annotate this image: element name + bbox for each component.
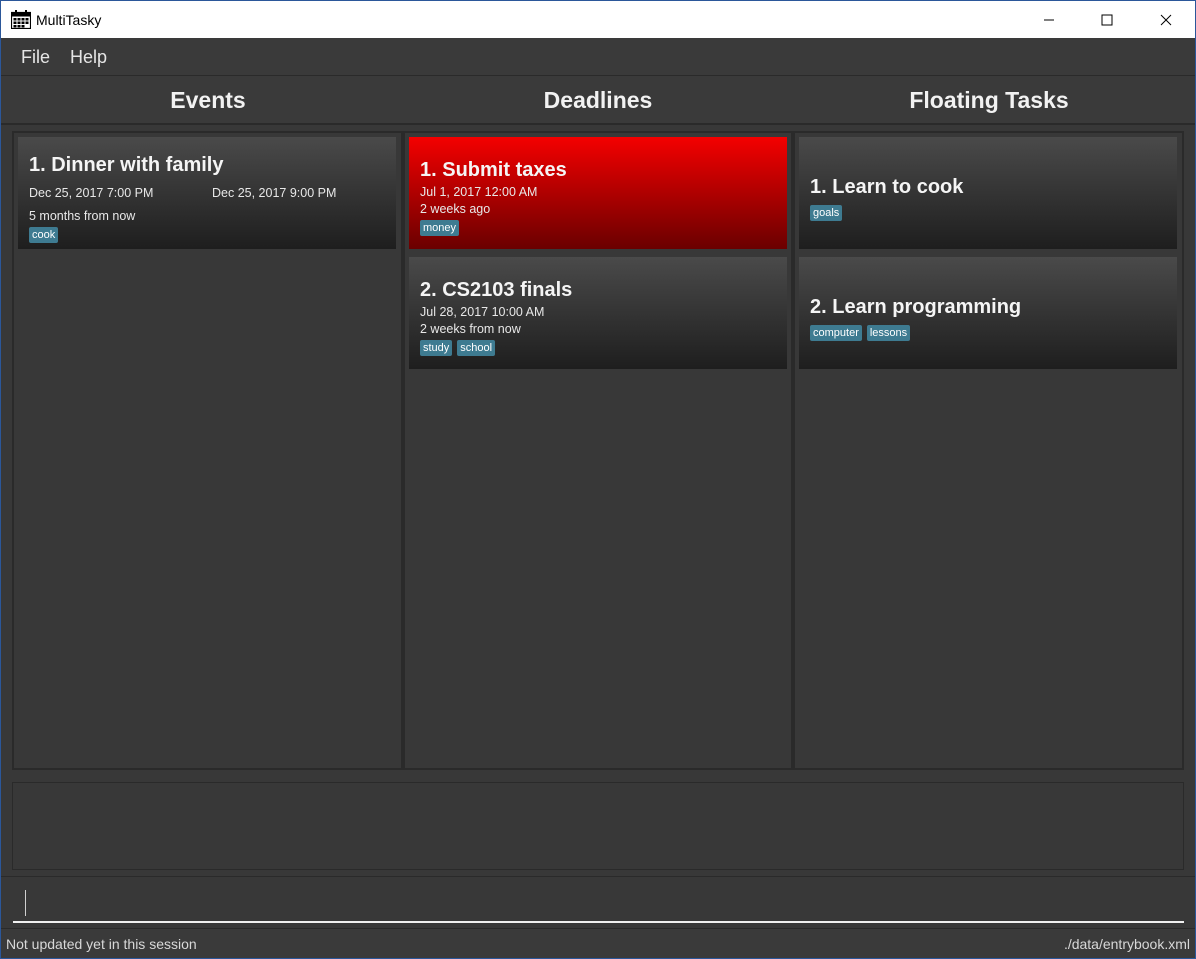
- minimize-button[interactable]: [1020, 1, 1078, 39]
- maximize-icon: [1101, 14, 1113, 26]
- menu-bar: File Help: [1, 38, 1195, 76]
- result-display: [12, 782, 1184, 870]
- close-icon: [1160, 14, 1172, 26]
- event-start: Dec 25, 2017 7:00 PM: [29, 186, 154, 200]
- window-title: MultiTasky: [36, 12, 102, 28]
- tag: computer: [810, 325, 862, 341]
- deadlines-list[interactable]: 1. Submit taxes Jul 1, 2017 12:00 AM 2 w…: [405, 133, 791, 768]
- events-list[interactable]: 1. Dinner with family Dec 25, 2017 7:00 …: [14, 133, 401, 768]
- column-headers: Events Deadlines Floating Tasks: [1, 76, 1195, 125]
- floating-tasks-list[interactable]: 1. Learn to cook goals 2. Learn programm…: [795, 133, 1182, 768]
- calendar-icon: [11, 10, 31, 29]
- status-bar: Not updated yet in this session ./data/e…: [1, 928, 1195, 959]
- event-relative-time: 5 months from now: [29, 209, 136, 223]
- floating-tasks-header: Floating Tasks: [909, 87, 1069, 113]
- deadline-date: Jul 1, 2017 12:00 AM: [420, 185, 538, 199]
- deadline-title: 1. Submit taxes: [420, 159, 567, 181]
- deadline-card[interactable]: 2. CS2103 finals Jul 28, 2017 10:00 AM 2…: [409, 257, 787, 369]
- floating-task-card[interactable]: 2. Learn programming computer lessons: [799, 257, 1177, 369]
- close-button[interactable]: [1137, 1, 1195, 39]
- command-input[interactable]: [13, 883, 1184, 923]
- deadline-relative-time: 2 weeks from now: [420, 322, 521, 336]
- deadline-date: Jul 28, 2017 10:00 AM: [420, 305, 545, 319]
- events-header: Events: [170, 87, 246, 113]
- tag: lessons: [866, 325, 911, 341]
- command-area: [1, 876, 1195, 926]
- deadline-card-overdue[interactable]: 1. Submit taxes Jul 1, 2017 12:00 AM 2 w…: [409, 137, 787, 249]
- save-location: ./data/entrybook.xml: [1063, 936, 1190, 952]
- menu-help[interactable]: Help: [70, 47, 107, 68]
- tag: goals: [810, 205, 843, 221]
- tag: school: [457, 340, 496, 356]
- deadline-relative-time: 2 weeks ago: [420, 202, 491, 216]
- minimize-icon: [1044, 19, 1054, 21]
- menu-file[interactable]: File: [21, 47, 50, 68]
- deadline-tags: money: [420, 218, 464, 236]
- floating-task-card[interactable]: 1. Learn to cook goals: [799, 137, 1177, 249]
- task-panels: 1. Dinner with family Dec 25, 2017 7:00 …: [12, 131, 1184, 770]
- event-tags: cook: [29, 225, 63, 243]
- deadlines-header: Deadlines: [543, 87, 653, 113]
- tag: study: [420, 340, 453, 356]
- deadline-tags: study school: [420, 338, 500, 356]
- title-bar: MultiTasky: [0, 0, 1196, 38]
- floating-task-title: 2. Learn programming: [810, 296, 1022, 318]
- event-title: 1. Dinner with family: [29, 154, 224, 176]
- event-end: Dec 25, 2017 9:00 PM: [212, 186, 337, 200]
- floating-task-title: 1. Learn to cook: [810, 176, 964, 198]
- sync-status: Not updated yet in this session: [6, 936, 197, 952]
- event-card[interactable]: 1. Dinner with family Dec 25, 2017 7:00 …: [18, 137, 396, 249]
- tag: money: [420, 220, 460, 236]
- floating-task-tags: goals: [810, 203, 847, 221]
- maximize-button[interactable]: [1078, 1, 1136, 39]
- tag: cook: [29, 227, 59, 243]
- floating-task-tags: computer lessons: [810, 323, 915, 341]
- deadline-title: 2. CS2103 finals: [420, 279, 573, 301]
- text-caret: [25, 890, 26, 916]
